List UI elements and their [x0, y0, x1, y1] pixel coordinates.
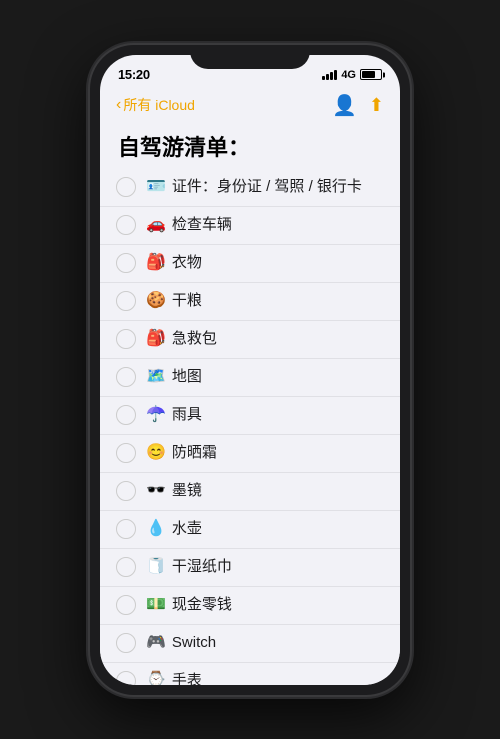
- checkbox-1[interactable]: [116, 215, 136, 235]
- checkbox-7[interactable]: [116, 443, 136, 463]
- item-content: 😊 防晒霜: [146, 443, 217, 463]
- list-item: 🚗 检查车辆: [100, 206, 400, 244]
- item-text: 证件：身份证 / 驾照 / 银行卡: [172, 177, 362, 197]
- phone-screen: 15:20 4G ‹ 所: [100, 55, 400, 685]
- item-emoji: 🎒: [146, 255, 166, 271]
- add-person-icon[interactable]: 👤: [332, 93, 357, 118]
- item-emoji: ⌚: [146, 673, 166, 685]
- item-content: ⌚ 手表: [146, 671, 202, 684]
- checkbox-12[interactable]: [116, 633, 136, 653]
- phone-wrapper: 15:20 4G ‹ 所: [90, 45, 410, 695]
- list-item: 🕶️ 墨镜: [100, 472, 400, 510]
- checkbox-6[interactable]: [116, 405, 136, 425]
- item-emoji: 🚗: [146, 217, 166, 233]
- item-content: 🍪 干粮: [146, 291, 202, 311]
- item-text: 现金零钱: [172, 595, 232, 615]
- notch: [190, 45, 310, 69]
- checkbox-4[interactable]: [116, 329, 136, 349]
- list-item: 💧 水壶: [100, 510, 400, 548]
- item-text: 干粮: [172, 291, 202, 311]
- item-emoji: 🧻: [146, 559, 166, 575]
- back-button[interactable]: ‹ 所有 iCloud: [116, 95, 195, 115]
- share-icon[interactable]: ⬆: [369, 95, 384, 116]
- back-label: 所有 iCloud: [123, 95, 195, 115]
- item-text: 墨镜: [172, 481, 202, 501]
- item-text: 水壶: [172, 519, 202, 539]
- item-emoji: 🎮: [146, 635, 166, 651]
- checkbox-11[interactable]: [116, 595, 136, 615]
- item-content: 🪪 证件：身份证 / 驾照 / 银行卡: [146, 177, 362, 197]
- item-text: 衣物: [172, 253, 202, 273]
- battery-icon: [360, 69, 382, 80]
- item-content: 🎒 急救包: [146, 329, 217, 349]
- phone-frame: 15:20 4G ‹ 所: [90, 45, 410, 695]
- list-item: 🗺️ 地图: [100, 358, 400, 396]
- list-item: 🎒 衣物: [100, 244, 400, 282]
- signal-bars-icon: [322, 70, 337, 80]
- list-item: 😊 防晒霜: [100, 434, 400, 472]
- item-text: 急救包: [172, 329, 217, 349]
- page-title: 自驾游清单：: [100, 126, 400, 168]
- item-content: 💵 现金零钱: [146, 595, 232, 615]
- item-emoji: 😊: [146, 445, 166, 461]
- list-item: 🎮 Switch: [100, 624, 400, 662]
- item-content: 🗺️ 地图: [146, 367, 202, 387]
- list-item: ☂️ 雨具: [100, 396, 400, 434]
- list-item: 🪪 证件：身份证 / 驾照 / 银行卡: [100, 168, 400, 206]
- checkbox-8[interactable]: [116, 481, 136, 501]
- nav-actions: 👤 ⬆: [332, 93, 384, 118]
- item-content: 🚗 检查车辆: [146, 215, 232, 235]
- item-content: 🧻 干湿纸巾: [146, 557, 232, 577]
- checklist: 🪪 证件：身份证 / 驾照 / 银行卡 🚗 检查车辆 🎒 衣物 🍪 干粮 🎒 急救包 🗺️ 地图 ☂️ 雨…: [100, 168, 400, 685]
- item-text: 干湿纸巾: [172, 557, 232, 577]
- list-item: 🎒 急救包: [100, 320, 400, 358]
- item-text: 地图: [172, 367, 202, 387]
- item-emoji: 🎒: [146, 331, 166, 347]
- item-emoji: 🍪: [146, 293, 166, 309]
- list-item: ⌚ 手表: [100, 662, 400, 685]
- item-content: ☂️ 雨具: [146, 405, 202, 425]
- item-content: 💧 水壶: [146, 519, 202, 539]
- item-text: 检查车辆: [172, 215, 232, 235]
- list-item: 🍪 干粮: [100, 282, 400, 320]
- item-text: 手表: [172, 671, 202, 684]
- checkbox-13[interactable]: [116, 671, 136, 685]
- item-emoji: 🪪: [146, 179, 166, 195]
- checkbox-2[interactable]: [116, 253, 136, 273]
- nav-bar: ‹ 所有 iCloud 👤 ⬆: [100, 91, 400, 126]
- item-text: Switch: [172, 633, 216, 653]
- battery-fill: [362, 71, 375, 78]
- checkbox-3[interactable]: [116, 291, 136, 311]
- checkbox-10[interactable]: [116, 557, 136, 577]
- item-emoji: 💧: [146, 521, 166, 537]
- list-item: 💵 现金零钱: [100, 586, 400, 624]
- item-emoji: 🗺️: [146, 369, 166, 385]
- item-text: 防晒霜: [172, 443, 217, 463]
- item-content: 🕶️ 墨镜: [146, 481, 202, 501]
- checkbox-5[interactable]: [116, 367, 136, 387]
- item-emoji: 💵: [146, 597, 166, 613]
- network-type: 4G: [341, 69, 356, 81]
- item-content: 🎮 Switch: [146, 633, 216, 653]
- status-time: 15:20: [118, 67, 150, 82]
- item-content: 🎒 衣物: [146, 253, 202, 273]
- item-emoji: 🕶️: [146, 483, 166, 499]
- checkbox-9[interactable]: [116, 519, 136, 539]
- list-item: 🧻 干湿纸巾: [100, 548, 400, 586]
- chevron-left-icon: ‹: [116, 96, 121, 114]
- status-icons: 4G: [322, 69, 382, 81]
- item-emoji: ☂️: [146, 407, 166, 423]
- checkbox-0[interactable]: [116, 177, 136, 197]
- item-text: 雨具: [172, 405, 202, 425]
